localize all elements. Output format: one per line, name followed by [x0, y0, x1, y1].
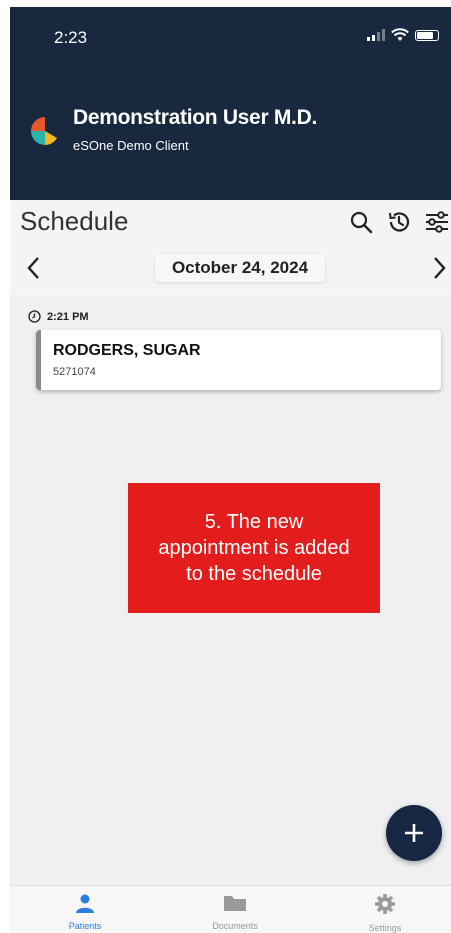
folder-icon	[224, 896, 246, 911]
previous-day-icon[interactable]	[22, 254, 46, 282]
nav-label-patients: Patients	[68, 921, 102, 931]
clock-icon	[28, 310, 41, 323]
bottom-navigation: Patients Documents Settings	[10, 885, 451, 933]
patient-name: RODGERS, SUGAR	[53, 342, 201, 359]
schedule-toolbar: Schedule October 24, 2024	[10, 200, 451, 295]
gear-icon	[375, 894, 395, 914]
appointment-card[interactable]: RODGERS, SUGAR 5271074	[36, 330, 441, 390]
appointment-time: 2:21 PM	[28, 310, 89, 323]
nav-item-patients[interactable]: Patients	[35, 892, 135, 931]
toolbar-icons	[347, 208, 451, 236]
status-icons	[367, 28, 439, 42]
person-icon	[76, 894, 94, 913]
client-name: eSOne Demo Client	[73, 138, 189, 153]
search-icon[interactable]	[347, 208, 375, 236]
nav-item-settings[interactable]: Settings	[335, 892, 435, 933]
nav-label-settings: Settings	[368, 923, 402, 933]
nav-label-documents: Documents	[212, 921, 258, 931]
app-header: 2:23 Demonstration User M.D. eSOne Demo …	[10, 7, 451, 200]
signal-icon	[367, 29, 385, 41]
date-navigator: October 24, 2024	[10, 250, 451, 290]
current-date[interactable]: October 24, 2024	[155, 254, 325, 282]
history-icon[interactable]	[385, 208, 413, 236]
filter-icon[interactable]	[423, 208, 451, 236]
status-time: 2:23	[54, 28, 88, 47]
plus-icon	[405, 824, 423, 842]
battery-icon	[415, 29, 439, 41]
page-title: Schedule	[20, 206, 129, 236]
annotation-text: 5. The new appointment is added to the s…	[158, 511, 350, 585]
nav-item-documents[interactable]: Documents	[185, 892, 285, 931]
next-day-icon[interactable]	[427, 254, 451, 282]
user-name: Demonstration User M.D.	[73, 106, 317, 129]
tutorial-annotation: 5. The new appointment is added to the s…	[128, 483, 380, 613]
appointment-time-label: 2:21 PM	[47, 310, 89, 323]
app-screen: 2:23 Demonstration User M.D. eSOne Demo …	[10, 7, 451, 933]
patient-id: 5271074	[53, 366, 96, 378]
add-appointment-button[interactable]	[386, 805, 442, 861]
app-logo-icon	[31, 117, 57, 145]
wifi-icon	[391, 28, 409, 41]
